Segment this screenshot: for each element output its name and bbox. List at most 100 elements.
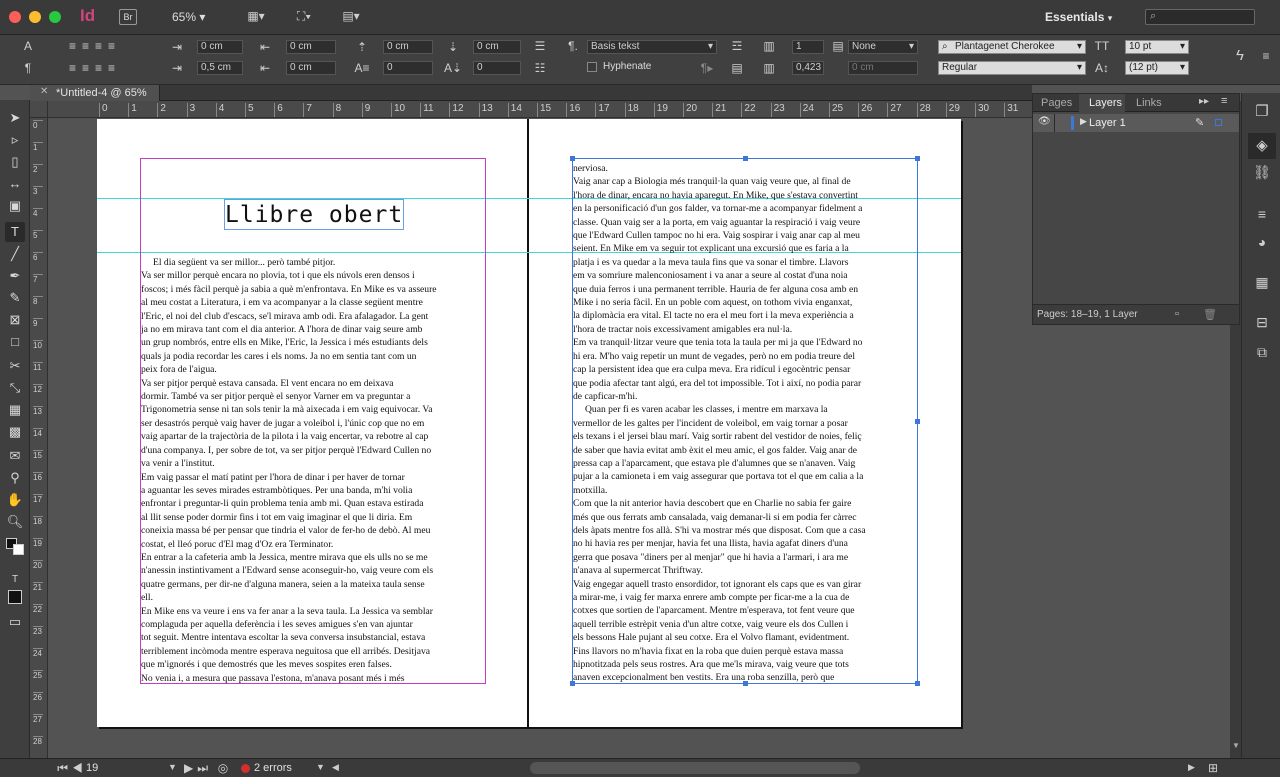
dropcap-chars-field[interactable]: 0	[473, 61, 521, 75]
title-text-frame[interactable]: Llibre obert	[224, 199, 404, 230]
tab-layers[interactable]: Layers	[1079, 94, 1125, 112]
rectangle-tool-icon[interactable]: □	[5, 332, 25, 352]
next-last-page-buttons[interactable]: ▶⏭	[180, 761, 216, 775]
scroll-right-icon[interactable]: ▶	[1188, 762, 1195, 773]
bridge-button[interactable]: Br	[119, 9, 137, 25]
baseline-grid-icon[interactable]: ☲	[728, 39, 746, 53]
workspace-switcher[interactable]: Essentials ▾	[1045, 10, 1112, 24]
font-size-field[interactable]: 10 pt ▾	[1125, 40, 1189, 54]
table-panel-icon[interactable]: ▦	[1252, 275, 1272, 289]
type-tool-icon[interactable]: T	[5, 222, 25, 242]
font-family-dropdown[interactable]: ⌕ Plantagenet Cherokee ▾	[938, 40, 1086, 54]
rectangle-frame-tool-icon[interactable]: ⊠	[5, 310, 25, 330]
align-panel-icon[interactable]: ⊟	[1252, 315, 1272, 329]
formatting-affects-text-icon[interactable]: T	[5, 570, 25, 590]
panel-menu-icon[interactable]: ≡	[1221, 95, 1227, 107]
hand-tool-icon[interactable]: ✋	[5, 490, 25, 510]
first-indent-field[interactable]: 0,5 cm	[197, 61, 243, 75]
note-tool-icon[interactable]: ✉	[5, 446, 25, 466]
direct-selection-tool-icon[interactable]: ▹	[5, 130, 25, 150]
leading-field[interactable]: (12 pt) ▾	[1125, 61, 1189, 75]
screen-mode-icon[interactable]: ⛶▾	[290, 9, 318, 23]
screen-mode-normal-icon[interactable]: ▭	[5, 612, 25, 632]
eyedropper-tool-icon[interactable]: ⚲	[5, 468, 25, 488]
layers-panel-icon[interactable]: ◈	[1248, 133, 1276, 159]
tab-pages[interactable]: Pages	[1041, 97, 1072, 109]
dropcap-lines-field[interactable]: 0	[383, 61, 433, 75]
apply-color-button[interactable]	[8, 590, 22, 604]
pencil-tool-icon[interactable]: ✎	[5, 288, 25, 308]
hyphenate-checkbox[interactable]	[587, 62, 597, 72]
collapse-panel-icon[interactable]: ▸▸	[1199, 96, 1209, 107]
frame-handle[interactable]	[743, 156, 748, 161]
selection-square-icon[interactable]	[1215, 119, 1222, 126]
right-page-story[interactable]: nerviosa. Vaig anar cap a Biologia més t…	[573, 162, 919, 683]
close-window-button[interactable]	[9, 11, 21, 23]
quick-apply-icon[interactable]: ϟ	[1230, 48, 1250, 63]
span-columns-icon[interactable]: ▤	[830, 39, 846, 53]
right-indent-field[interactable]: 0 cm	[286, 40, 336, 54]
free-transform-tool-icon[interactable]: ⤡	[5, 378, 25, 398]
paragraph-style-options-icon[interactable]: ¶▸	[698, 61, 716, 75]
links-panel-icon[interactable]: ⛓	[1252, 165, 1272, 179]
scroll-left-icon[interactable]: ◀	[332, 762, 339, 773]
gutter-field[interactable]: 0,423	[792, 61, 824, 75]
gradient-swatch-tool-icon[interactable]: ▦	[5, 400, 25, 420]
swatches-panel-icon[interactable]: ◕	[1252, 235, 1272, 249]
gutter2-field[interactable]: 0 cm	[848, 61, 918, 75]
zoom-level-dropdown[interactable]: 65% ▾	[172, 10, 205, 24]
space-after-field[interactable]: 0 cm	[473, 40, 521, 54]
search-input[interactable]: ⌕	[1145, 9, 1255, 25]
character-mode-icon[interactable]: A	[18, 39, 38, 53]
pathfinder-panel-icon[interactable]: ⧉	[1252, 345, 1272, 359]
paragraph-mode-icon[interactable]: ¶	[18, 61, 38, 75]
scissors-tool-icon[interactable]: ✂	[5, 356, 25, 376]
zoom-tool-icon[interactable]: 🔍︎	[5, 512, 25, 532]
split-window-icon[interactable]: ⊞	[1206, 761, 1220, 775]
pages-panel-icon[interactable]: ❐	[1252, 104, 1272, 119]
arrange-documents-icon[interactable]: ▤▾	[337, 9, 365, 23]
selection-tool-icon[interactable]: ➤	[5, 108, 25, 128]
gradient-feather-tool-icon[interactable]: ▩	[5, 422, 25, 442]
last-indent-field[interactable]: 0 cm	[286, 61, 336, 75]
horizontal-scrollbar-thumb[interactable]	[530, 762, 860, 774]
span-columns-dropdown[interactable]: None ▾	[848, 40, 918, 54]
bullets-icon[interactable]: ☰	[532, 39, 548, 53]
scroll-down-icon[interactable]: ▼	[1232, 741, 1240, 750]
preflight-errors[interactable]: 2 errors	[254, 762, 292, 774]
trash-icon[interactable]: 🗑︎	[1203, 308, 1217, 321]
pen-tool-icon[interactable]: ✒	[5, 266, 25, 286]
zoom-window-button[interactable]	[49, 11, 61, 23]
align-grid-icon[interactable]: ▤	[728, 61, 746, 75]
preflight-icon[interactable]: ◎	[216, 761, 230, 775]
space-before-field[interactable]: 0 cm	[383, 40, 433, 54]
frame-handle[interactable]	[570, 156, 575, 161]
left-indent-field[interactable]: 0 cm	[197, 40, 243, 54]
layer-row[interactable]: 👁︎ ▶ Layer 1 ✎	[1033, 114, 1239, 132]
close-tab-icon[interactable]: ✕	[40, 86, 48, 97]
left-page-story[interactable]: El dia següent va ser millor... però tam…	[141, 256, 487, 686]
page-number-field[interactable]: 19	[86, 762, 98, 774]
eye-icon[interactable]: 👁︎	[1038, 116, 1051, 127]
panel-menu-icon[interactable]: ≡	[1258, 49, 1274, 63]
tab-links[interactable]: Links	[1136, 97, 1162, 109]
page-tool-icon[interactable]: ▯	[5, 152, 25, 172]
vertical-ruler[interactable]: 0 1 2 3 4 5 6 7 8 9 10 11 12 13 14 15 16 17 18 19 20 21 22 23 24…	[30, 118, 48, 758]
new-layer-icon[interactable]: ▫	[1175, 308, 1179, 320]
align-buttons-row1[interactable]: ≡≡≡≡	[50, 39, 140, 53]
gap-tool-icon[interactable]: ↔	[5, 174, 25, 194]
stroke-panel-icon[interactable]: ≡	[1252, 207, 1272, 221]
stroke-swatch[interactable]	[13, 544, 24, 555]
expand-triangle-icon[interactable]: ▶	[1080, 116, 1087, 127]
paragraph-style-dropdown[interactable]: Basis tekst ▾	[587, 40, 717, 54]
columns-field[interactable]: 1	[792, 40, 824, 54]
view-options-icon[interactable]: ▦▾	[242, 9, 270, 23]
chevron-down-icon[interactable]: ▼	[316, 762, 325, 772]
frame-handle[interactable]	[915, 156, 920, 161]
align-buttons-row2[interactable]: ≡≡≡≡	[50, 61, 140, 75]
document-tab[interactable]: ✕ *Untitled-4 @ 65%	[30, 85, 160, 101]
ruler-origin[interactable]	[30, 101, 48, 118]
line-tool-icon[interactable]: ╱	[5, 244, 25, 264]
content-collector-icon[interactable]: ▣	[5, 196, 25, 216]
numbering-icon[interactable]: ☷	[532, 61, 548, 75]
